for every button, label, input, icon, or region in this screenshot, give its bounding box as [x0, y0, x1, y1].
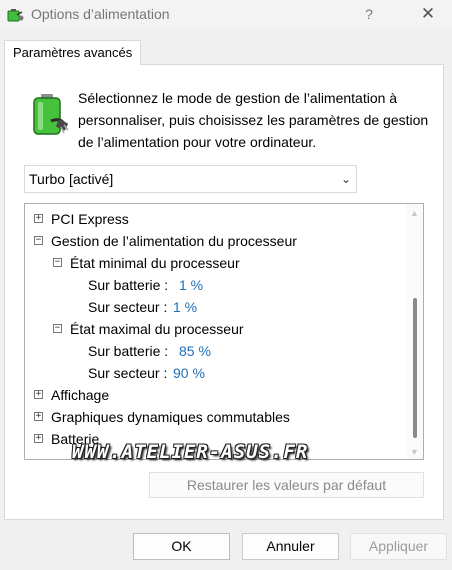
setting-value[interactable]: 90 % [173, 362, 205, 384]
close-button[interactable]: ✕ [408, 0, 448, 30]
restore-defaults-button[interactable]: Restaurer les valeurs par défaut [149, 472, 424, 498]
ok-button[interactable]: OK [133, 533, 230, 560]
collapse-icon[interactable]: − [34, 236, 43, 245]
scroll-down-icon[interactable]: ▼ [409, 447, 420, 457]
expand-icon[interactable]: + [34, 390, 43, 399]
setting-label: Sur batterie : [88, 343, 169, 359]
tree-item-label: Affichage [51, 387, 110, 403]
description-text: Sélectionnez le mode de gestion de l’ali… [78, 90, 429, 150]
tree-item-label: Graphiques dynamiques commutables [51, 409, 290, 425]
collapse-icon[interactable]: − [53, 258, 62, 267]
expand-icon[interactable]: + [34, 412, 43, 421]
setting-value[interactable]: 85 % [179, 340, 211, 362]
tab-advanced-settings[interactable]: Paramètres avancés [4, 40, 142, 65]
tree-item-label: PCI Express [51, 211, 129, 227]
expand-icon[interactable]: + [34, 214, 43, 223]
watermark: WWW.ATELIER-ASUS.FR [72, 441, 309, 463]
title-bar: Options d’alimentation ? ✕ [0, 0, 452, 30]
settings-tree[interactable]: + PCI Express − Gestion de l’alimentatio… [24, 203, 424, 460]
scrollbar-thumb[interactable] [413, 298, 417, 438]
help-button[interactable]: ? [354, 0, 384, 30]
tree-item-label: Gestion de l’alimentation du processeur [51, 233, 297, 249]
tree-item-label: État minimal du processeur [70, 255, 240, 271]
collapse-icon[interactable]: − [53, 324, 62, 333]
setting-label: Sur secteur : [88, 299, 168, 315]
setting-label: Sur secteur : [88, 365, 168, 381]
setting-value[interactable]: 1 % [173, 296, 197, 318]
tree-scrollbar[interactable]: ▲ ▼ [406, 204, 423, 459]
cancel-button[interactable]: Annuler [242, 533, 339, 560]
setting-value[interactable]: 1 % [179, 274, 203, 296]
power-plan-value: Turbo [activé] [29, 171, 114, 187]
apply-button[interactable]: Appliquer [350, 533, 447, 560]
window-title: Options d’alimentation [31, 6, 170, 22]
tree-item-label: État maximal du processeur [70, 321, 244, 337]
setting-label: Sur batterie : [88, 277, 169, 293]
chevron-down-icon: ⌄ [340, 172, 351, 186]
power-plan-select[interactable]: Turbo [activé] ⌄ [24, 165, 357, 193]
battery-plug-icon [33, 94, 69, 135]
scroll-up-icon[interactable]: ▲ [409, 208, 420, 218]
expand-icon[interactable]: + [34, 434, 43, 443]
power-options-icon [7, 9, 24, 22]
